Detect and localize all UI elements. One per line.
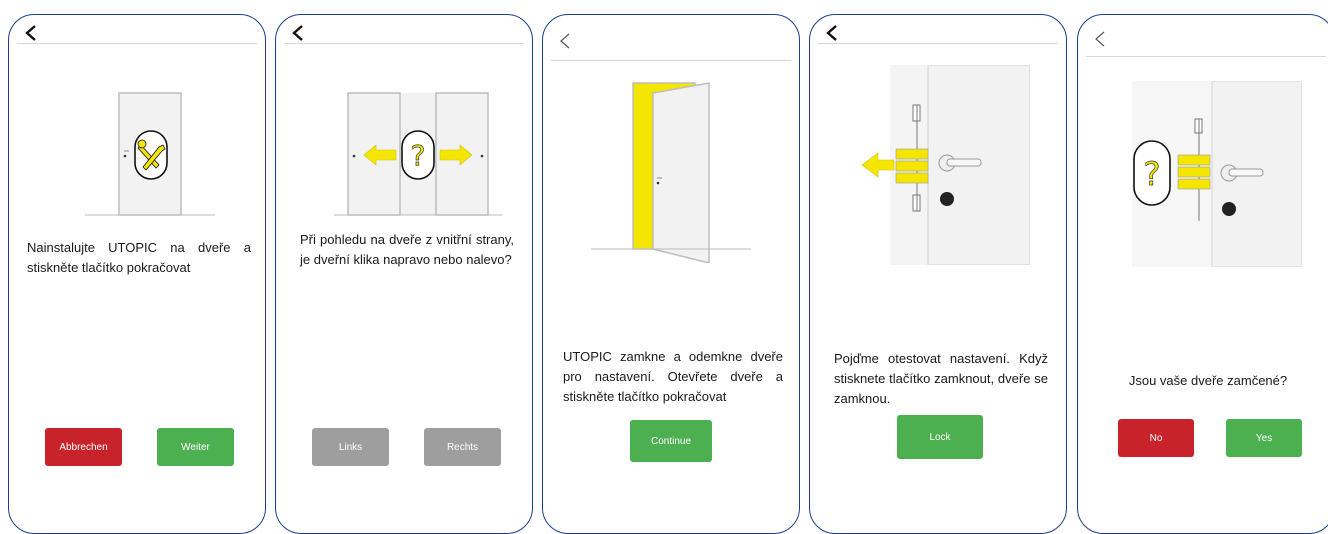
back-button[interactable]: [21, 21, 43, 45]
setup-screen-open-door: UTOPIC zamkne a odemkne dveře pro nastav…: [542, 14, 800, 534]
header-divider: [551, 60, 791, 61]
header-divider: [1086, 56, 1326, 57]
no-button[interactable]: No: [1118, 419, 1194, 457]
door-direction-illustration: ?: [334, 92, 502, 216]
lock-question-illustration: ?: [1132, 81, 1302, 267]
right-button[interactable]: Rechts: [424, 428, 501, 466]
back-button[interactable]: [822, 21, 844, 45]
back-button[interactable]: [288, 21, 310, 45]
back-button[interactable]: [1090, 27, 1112, 51]
chevron-left-icon: [1095, 31, 1105, 47]
lock-button[interactable]: Lock: [897, 415, 983, 459]
lock-bolt-illustration: [861, 65, 1030, 265]
left-button[interactable]: Links: [312, 428, 389, 466]
instruction-text: UTOPIC zamkne a odemkne dveře pro nastav…: [563, 349, 783, 404]
chevron-left-icon: [560, 33, 570, 49]
header-divider: [284, 43, 524, 44]
header-divider: [818, 43, 1058, 44]
instruction-text: Jsou vaše dveře zamčené?: [1128, 373, 1288, 388]
header-divider: [17, 43, 257, 44]
arrow-left-icon: [861, 152, 895, 178]
setup-screen-test-lock: Pojďme otestovat nastavení. Když stiskne…: [809, 14, 1067, 534]
chevron-left-icon: [25, 25, 36, 41]
setup-screen-confirm-locked: ? Jsou vaše dveře zamčené? No Yes: [1077, 14, 1328, 534]
instruction-text: Při pohledu na dveře z vnitřní strany, j…: [300, 232, 514, 267]
door-tools-illustration: [85, 87, 215, 219]
question-mark-icon: ?: [411, 139, 426, 172]
open-door-illustration: [591, 82, 751, 263]
question-mark-icon: ?: [1144, 155, 1161, 193]
instruction-text: Pojďme otestovat nastavení. Když stiskne…: [834, 351, 1048, 406]
setup-screen-handle-side: ? Při pohledu na dveře z vnitřní strany,…: [275, 14, 533, 534]
chevron-left-icon: [826, 25, 837, 41]
instruction-text: Nainstalujte UTOPIC na dveře a stiskněte…: [27, 240, 251, 275]
cancel-button[interactable]: Abbrechen: [45, 428, 122, 466]
yes-button[interactable]: Yes: [1226, 419, 1302, 457]
back-button[interactable]: [555, 29, 577, 53]
chevron-left-icon: [292, 25, 303, 41]
setup-screen-install: Nainstalujte UTOPIC na dveře a stiskněte…: [8, 14, 266, 534]
continue-button[interactable]: Weiter: [157, 428, 234, 466]
continue-button[interactable]: Continue: [630, 420, 712, 462]
